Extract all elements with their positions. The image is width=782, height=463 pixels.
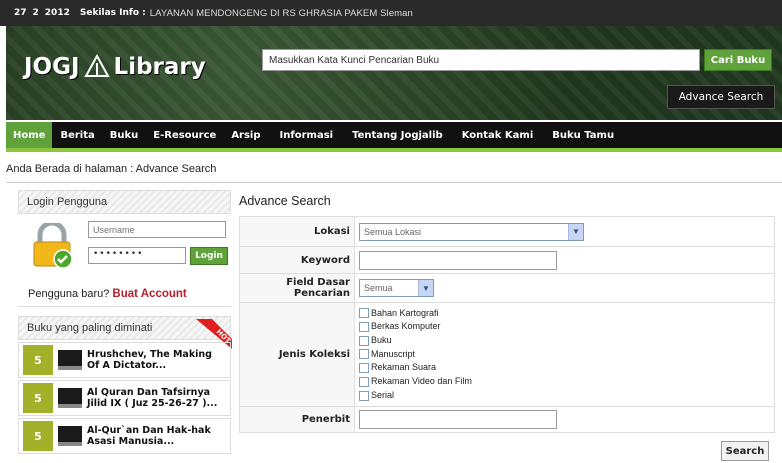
create-account-link[interactable]: Buat Account <box>112 288 186 300</box>
advance-search-form: Lokasi Semua Lokasi ▼ Keyword Field Dasa… <box>239 216 775 433</box>
nav-berita[interactable]: Berita <box>53 122 101 148</box>
checkbox-bahan-kartografi[interactable]: Bahan Kartografi <box>359 307 770 321</box>
username-field[interactable] <box>88 221 226 238</box>
breadcrumb: Anda Berada di halaman : Advance Search <box>6 163 217 175</box>
book-cover <box>58 426 82 446</box>
field-label: Field Dasar Pencarian <box>239 273 355 303</box>
password-field[interactable]: •••••••• <box>88 247 186 264</box>
list-item[interactable]: 5 Al-Qur`an Dan Hak-hak Asasi Manusia... <box>18 418 231 454</box>
checkbox-buku[interactable]: Buku <box>359 334 770 348</box>
jenis-label: Jenis Koleksi <box>239 302 355 407</box>
book-cover <box>58 388 82 408</box>
nav-buku-tamu[interactable]: Buku Tamu <box>545 122 621 148</box>
field-select[interactable]: Semua ▼ <box>359 279 434 297</box>
book-title[interactable]: Al-Qur`an Dan Hak-hak Asasi Manusia... <box>87 425 227 447</box>
checkbox-manuscript[interactable]: Manuscript <box>359 348 770 362</box>
search-button[interactable]: Cari Buku <box>704 49 772 71</box>
lock-icon <box>30 220 74 272</box>
rank-badge: 5 <box>23 383 53 413</box>
new-user-text: Pengguna baru? <box>28 288 110 300</box>
search-input[interactable] <box>262 49 700 71</box>
info-bar: 27 2 2012 Sekilas Info : LAYANAN MENDONG… <box>0 0 782 26</box>
login-panel-title: Login Pengguna <box>18 190 231 214</box>
login-box: •••••••• Login <box>18 213 231 273</box>
lokasi-label: Lokasi <box>239 216 355 247</box>
info-label: Sekilas Info : <box>79 8 146 18</box>
nav-home[interactable]: Home <box>6 122 53 148</box>
login-button[interactable]: Login <box>190 247 228 265</box>
checkbox-rekaman-video[interactable]: Rekaman Video dan Film <box>359 375 770 389</box>
date-year: 2012 <box>44 8 70 18</box>
chevron-down-icon: ▼ <box>568 223 583 240</box>
field-select-value: Semua <box>364 283 393 293</box>
penerbit-label: Penerbit <box>239 406 355 433</box>
nav-informasi[interactable]: Informasi <box>273 122 341 148</box>
page-title: Advance Search <box>239 194 331 208</box>
book-cover <box>58 350 82 370</box>
site-header: JOGJ Library Cari Buku Advance Search <box>6 26 782 120</box>
main-nav: Home Berita Buku E-Resource Arsip Inform… <box>6 122 782 152</box>
lokasi-select-value: Semua Lokasi <box>364 226 422 237</box>
nav-tentang[interactable]: Tentang Jogjalib <box>345 122 450 148</box>
rank-badge: 5 <box>23 345 53 375</box>
nav-arsip[interactable]: Arsip <box>224 122 267 148</box>
list-item[interactable]: 5 Hrushchev, The Making Of A Dictator... <box>18 342 231 378</box>
chevron-down-icon: ▼ <box>418 280 433 296</box>
list-item[interactable]: 5 Al Quran Dan Tafsirnya Jilid IX ( Juz … <box>18 380 231 416</box>
divider <box>6 182 782 183</box>
nav-buku[interactable]: Buku <box>103 122 146 148</box>
book-title[interactable]: Al Quran Dan Tafsirnya Jilid IX ( Juz 25… <box>87 387 227 409</box>
keyword-label: Keyword <box>239 246 355 274</box>
book-title[interactable]: Hrushchev, The Making Of A Dictator... <box>87 349 227 371</box>
logo-triangle-icon <box>83 54 110 77</box>
rank-badge: 5 <box>23 421 53 451</box>
site-logo[interactable]: JOGJ Library <box>24 54 206 80</box>
lokasi-select[interactable]: Semua Lokasi ▼ <box>359 222 584 241</box>
nav-kontak[interactable]: Kontak Kami <box>455 122 541 148</box>
info-ticker[interactable]: LAYANAN MENDONGENG DI RS GHRASIA PAKEM S… <box>150 8 413 19</box>
divider <box>18 306 231 307</box>
date-month: 2 <box>32 8 39 18</box>
search-submit-button[interactable]: Search <box>721 441 769 461</box>
date-day: 27 <box>14 8 27 18</box>
penerbit-field[interactable] <box>359 410 557 429</box>
nav-e-resource[interactable]: E-Resource <box>146 122 223 148</box>
checkbox-rekaman-suara[interactable]: Rekaman Suara <box>359 361 770 375</box>
new-user-line: Pengguna baru? Buat Account <box>28 288 187 300</box>
keyword-field[interactable] <box>359 250 557 270</box>
advance-search-button[interactable]: Advance Search <box>667 85 775 109</box>
logo-text-left: JOGJ <box>24 54 80 80</box>
logo-text-right: Library <box>113 54 206 80</box>
checkbox-serial[interactable]: Serial <box>359 389 770 403</box>
checkbox-berkas-komputer[interactable]: Berkas Komputer <box>359 320 770 334</box>
